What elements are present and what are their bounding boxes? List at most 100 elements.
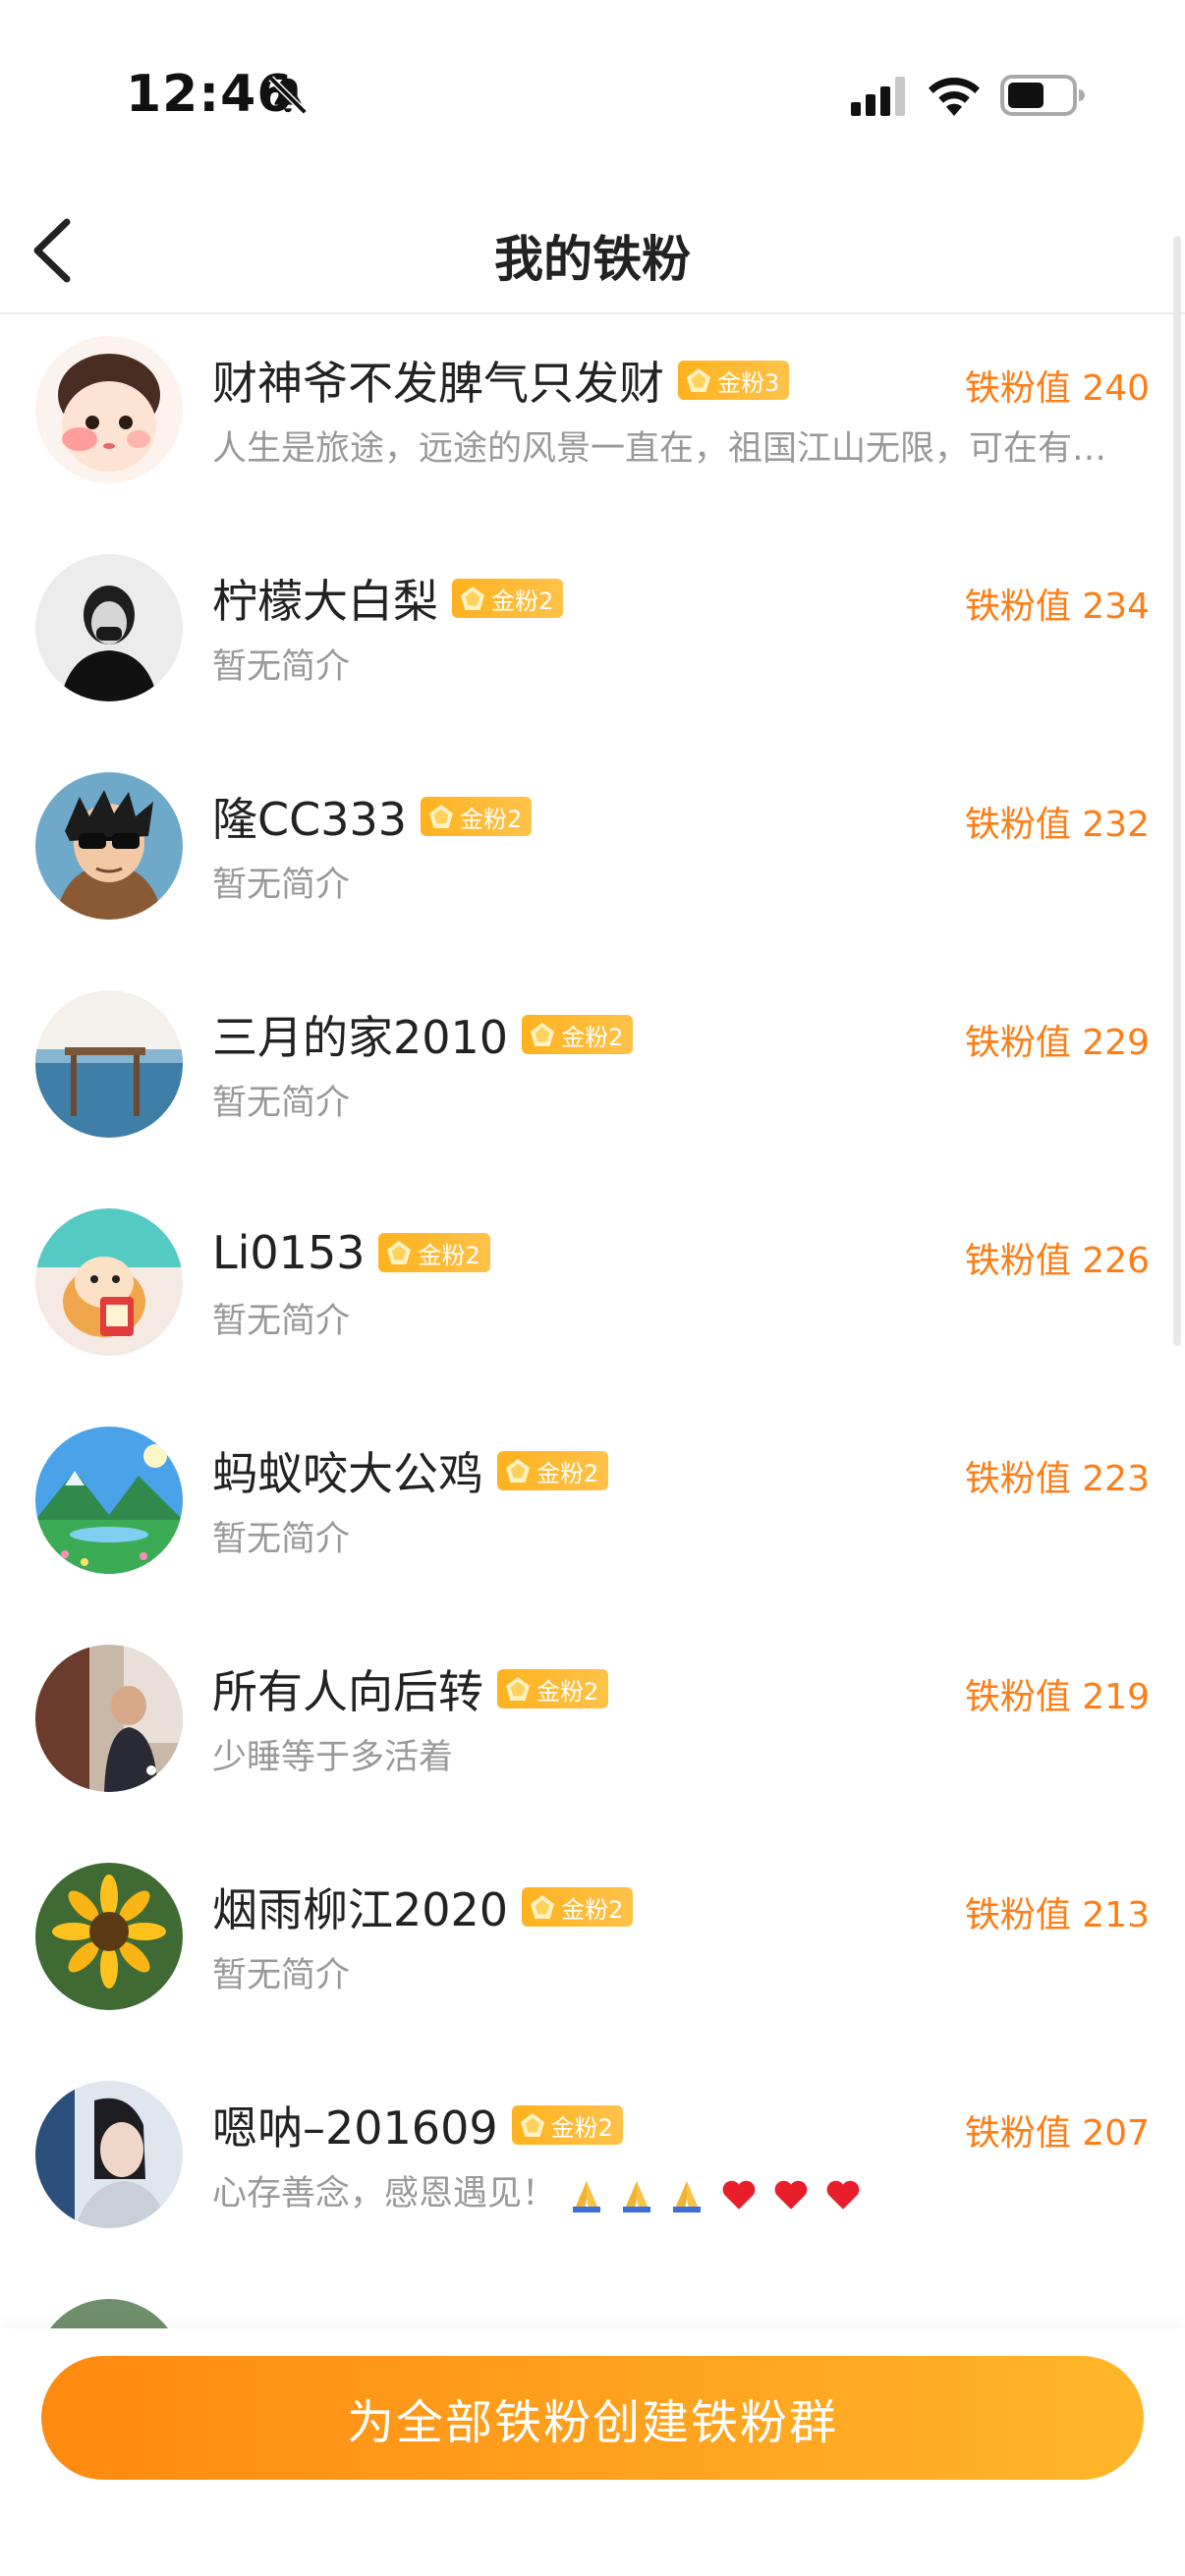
score-prefix: 铁粉值 (964, 2113, 1071, 2154)
avatar[interactable] (35, 1645, 183, 1792)
score-value: 219 (1082, 1677, 1150, 1717)
avatar[interactable] (35, 990, 183, 1138)
gem-icon (531, 1895, 555, 1919)
avatar[interactable] (35, 772, 183, 920)
fan-row[interactable]: Li0153 金粉2 铁粉值 226 暂无简介 (0, 1187, 1185, 1405)
fan-level-badge: 金粉2 (497, 1669, 609, 1708)
fan-row[interactable]: 所有人向后转 金粉2 铁粉值 219 少睡等于多活着 (0, 1623, 1185, 1841)
fan-name-wrap: 隆CC333 金粉2 (212, 784, 533, 849)
fan-level-badge: 金粉3 (678, 361, 790, 400)
fan-row[interactable]: 嗯呐–201609 金粉2 铁粉值 207 心存善念，感恩遇见！ (0, 2059, 1185, 2277)
avatar[interactable] (35, 554, 183, 701)
fan-level-badge: 金粉2 (452, 579, 564, 618)
avatar[interactable] (35, 1427, 183, 1574)
fan-name[interactable]: 烟雨柳江2020 (212, 1875, 508, 1939)
fan-score: 铁粉值 213 (965, 1886, 1150, 1937)
score-prefix: 铁粉值 (964, 1023, 1071, 1063)
fan-level-label: 金粉2 (491, 587, 554, 615)
avatar[interactable] (35, 1863, 183, 2010)
avatar[interactable] (35, 336, 183, 483)
gem-icon (429, 805, 454, 828)
score-prefix: 铁粉值 (964, 1895, 1071, 1935)
fan-name[interactable]: 隆CC333 (212, 784, 407, 849)
fan-score: 铁粉值 234 (965, 578, 1150, 629)
gem-icon (531, 1023, 555, 1046)
fan-bio: 人生是旅途，远途的风景一直在，祖国江山无限，可在有… (212, 429, 1107, 469)
fan-name-wrap: 烟雨柳江2020 金粉2 (212, 1875, 634, 1939)
score-prefix: 铁粉值 (964, 1459, 1071, 1499)
gem-icon (506, 1677, 530, 1701)
fan-bio: 暂无简介 (212, 1302, 351, 1341)
heart-icon (826, 2180, 860, 2210)
bell-muted-icon (268, 76, 308, 115)
score-value: 213 (1082, 1895, 1150, 1935)
score-value: 226 (1082, 1241, 1150, 1281)
score-value: 240 (1082, 368, 1150, 409)
fan-name[interactable]: 三月的家2010 (212, 1002, 508, 1067)
fan-row[interactable]: 三月的家2010 金粉2 铁粉值 229 暂无简介 (0, 969, 1185, 1187)
fan-level-label: 金粉2 (561, 1023, 624, 1051)
fan-row[interactable]: 柠檬大白梨 金粉2 铁粉值 234 暂无简介 (0, 532, 1185, 751)
fan-level-label: 金粉2 (550, 2113, 613, 2142)
fan-row[interactable]: 烟雨柳江2020 金粉2 铁粉值 213 暂无简介 (0, 1841, 1185, 2059)
fan-name-wrap: 所有人向后转 金粉2 (212, 1656, 609, 1721)
cellular-signal-icon (851, 77, 905, 116)
avatar[interactable] (35, 1208, 183, 1356)
gem-icon (506, 1459, 530, 1483)
fan-score: 铁粉值 207 (965, 2104, 1150, 2156)
fan-level-badge: 金粉2 (378, 1233, 490, 1272)
fan-level-label: 金粉2 (536, 1677, 599, 1706)
score-prefix: 铁粉值 (964, 805, 1071, 845)
avatar[interactable] (35, 2081, 183, 2228)
fan-name[interactable]: Li0153 (212, 1226, 365, 1279)
fan-bio: 暂无简介 (212, 1520, 351, 1559)
fan-name-wrap: Li0153 金粉2 (212, 1222, 490, 1283)
heart-icon (774, 2180, 808, 2210)
fan-row[interactable]: 蚂蚁咬大公鸡 金粉2 铁粉值 223 暂无简介 (0, 1405, 1185, 1623)
fan-bio: 心存善念，感恩遇见！ (212, 2165, 1146, 2215)
fan-score: 铁粉值 232 (965, 796, 1150, 847)
score-prefix: 铁粉值 (964, 1677, 1071, 1717)
gem-icon (520, 2113, 544, 2137)
fan-name[interactable]: 嗯呐–201609 (212, 2093, 498, 2157)
fan-bio: 暂无简介 (212, 866, 351, 905)
fan-level-label: 金粉2 (418, 1241, 480, 1269)
fan-name-wrap: 财神爷不发脾气只发财 金粉3 (212, 348, 790, 413)
fan-name-wrap: 柠檬大白梨 金粉2 (212, 566, 564, 631)
heart-icon (722, 2180, 755, 2210)
fan-bio: 暂无简介 (212, 1956, 351, 1995)
score-value: 234 (1082, 587, 1150, 627)
praying-hands-icon (573, 2181, 601, 2212)
battery-icon (1000, 75, 1085, 116)
fan-score: 铁粉值 226 (965, 1232, 1150, 1283)
praying-hands-icon (673, 2181, 702, 2212)
fan-bio-text: 心存善念，感恩遇见！ (212, 2174, 557, 2213)
score-prefix: 铁粉值 (964, 1241, 1071, 1281)
fan-row-partial[interactable] (0, 2277, 1185, 2328)
fan-name-wrap: 嗯呐–201609 金粉2 (212, 2095, 623, 2156)
fan-row[interactable]: 财神爷不发脾气只发财 金粉3 铁粉值 240 人生是旅途，远途的风景一直在，祖国… (0, 314, 1185, 532)
fan-row[interactable]: 隆CC333 金粉2 铁粉值 232 暂无简介 (0, 751, 1185, 969)
fan-level-badge: 金粉2 (522, 1015, 634, 1054)
nav-header: 我的铁粉 (0, 187, 1185, 314)
fan-name[interactable]: 财神爷不发脾气只发财 (212, 348, 664, 413)
fan-level-badge: 金粉2 (522, 1887, 634, 1927)
page-title: 我的铁粉 (494, 231, 691, 288)
fan-bio: 暂无简介 (212, 647, 351, 687)
bottom-bar: 为全部铁粉创建铁粉群 (0, 2328, 1185, 2576)
fan-bio: 暂无简介 (212, 1084, 351, 1123)
fan-level-label: 金粉2 (561, 1895, 624, 1924)
status-bar: 12:46 (0, 0, 1185, 187)
fan-name[interactable]: 蚂蚁咬大公鸡 (212, 1438, 483, 1503)
fan-list: 财神爷不发脾气只发财 金粉3 铁粉值 240 人生是旅途，远途的风景一直在，祖国… (0, 314, 1185, 2328)
fan-level-badge: 金粉2 (497, 1451, 609, 1490)
fan-score: 铁粉值 219 (965, 1668, 1150, 1719)
score-value: 232 (1082, 805, 1150, 845)
fan-level-label: 金粉2 (536, 1459, 599, 1487)
avatar[interactable] (35, 2299, 183, 2328)
fan-name[interactable]: 柠檬大白梨 (212, 566, 438, 631)
create-fan-group-button[interactable]: 为全部铁粉创建铁粉群 (41, 2356, 1144, 2480)
score-value: 223 (1082, 1459, 1150, 1499)
fan-bio: 少睡等于多活着 (212, 1738, 454, 1777)
fan-name[interactable]: 所有人向后转 (212, 1656, 483, 1721)
